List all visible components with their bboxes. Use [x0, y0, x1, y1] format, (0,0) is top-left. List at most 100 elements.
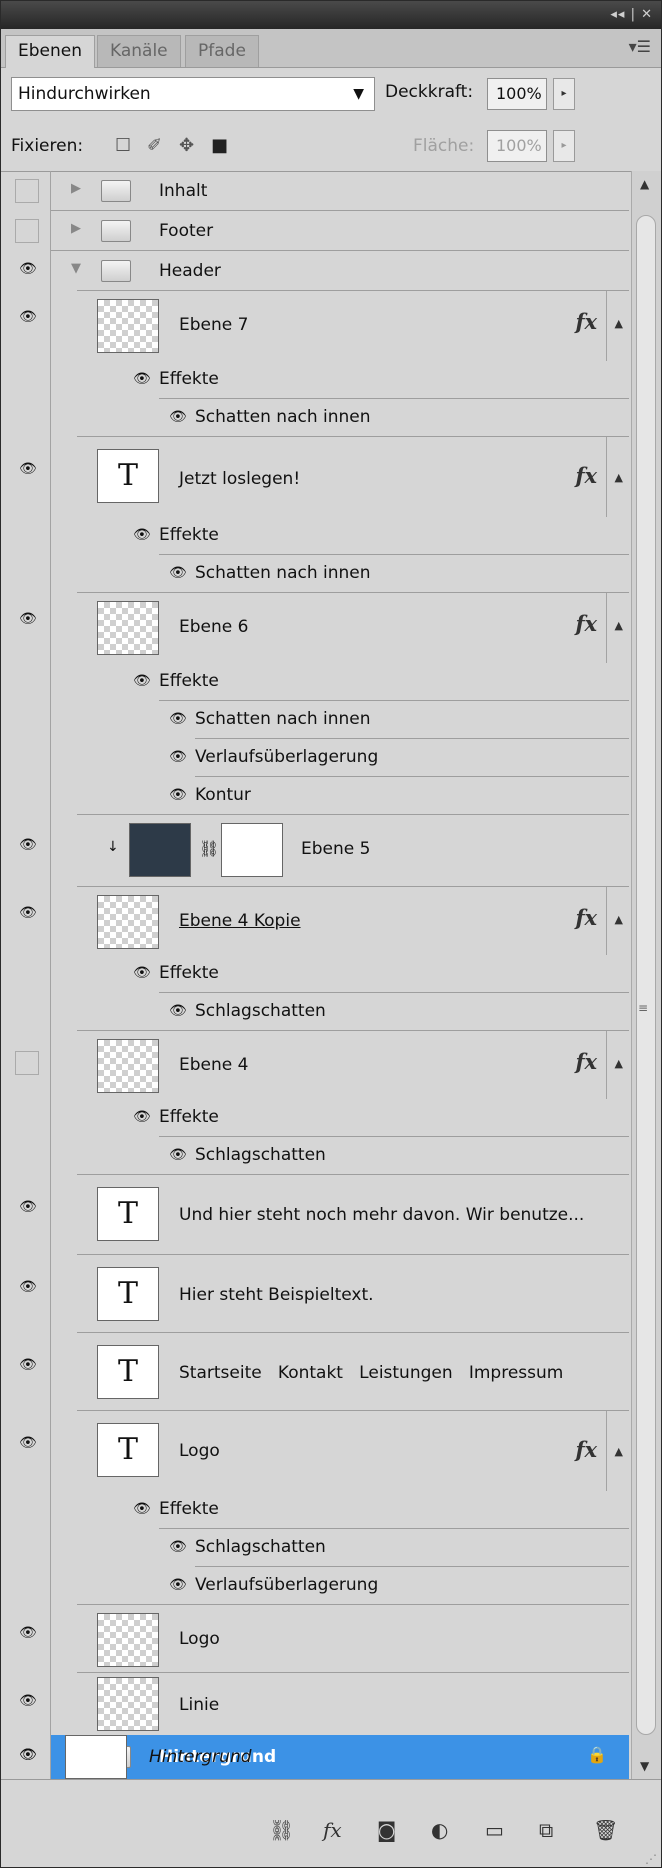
scroll-thumb[interactable] [636, 215, 656, 1735]
link-chain-icon[interactable]: ⛓ [199, 839, 219, 858]
eye-icon[interactable]: 👁 [169, 1577, 187, 1593]
layer-group-footer[interactable]: ▶ Footer [1, 211, 629, 251]
layer-linie[interactable]: 👁 Linie [1, 1673, 629, 1735]
eye-icon[interactable]: 👁 [19, 1279, 37, 1295]
layer-logo[interactable]: 👁 Logo [1, 1605, 629, 1673]
lock-transparency-icon[interactable]: ☐ [115, 135, 131, 156]
expand-arrow-icon[interactable]: ▶ [71, 221, 81, 236]
visibility-toggle[interactable]: 👁 [1, 1411, 51, 1491]
visibility-toggle[interactable]: 👁 [1, 593, 51, 663]
eye-icon[interactable]: 👁 [133, 1109, 151, 1125]
eye-icon[interactable]: 👁 [169, 1147, 187, 1163]
fx-expand-icon[interactable]: ▲ [615, 317, 623, 330]
resize-grip-icon[interactable]: ⋰ [645, 1852, 657, 1866]
layer-jetzt-loslegen[interactable]: 👁 T Jetzt loslegen! fx ▲ [1, 437, 629, 517]
effect-schlagschatten[interactable]: 👁 Schlagschatten [1, 1529, 629, 1567]
visibility-toggle[interactable]: 👁 [1, 1175, 51, 1255]
effects-row[interactable]: 👁 Effekte [1, 1099, 629, 1137]
eye-icon[interactable]: 👁 [19, 1693, 37, 1709]
effects-row[interactable]: 👁 Effekte [1, 361, 629, 399]
adjustment-layer-icon[interactable]: ◐ [431, 1818, 448, 1842]
visibility-toggle[interactable]: 👁 [1, 887, 51, 955]
eye-icon[interactable]: 👁 [169, 1003, 187, 1019]
effect-schatten-innen[interactable]: 👁 Schatten nach innen [1, 555, 629, 593]
layer-group-header[interactable]: 👁 ▼ Header [1, 251, 629, 291]
eye-icon[interactable]: 👁 [19, 309, 37, 325]
fill-field[interactable]: 100% [487, 130, 547, 162]
visibility-toggle[interactable]: 👁 [1, 815, 51, 887]
visibility-toggle[interactable] [1, 1031, 51, 1099]
eye-icon[interactable]: 👁 [19, 1199, 37, 1215]
layer-ebene-7[interactable]: 👁 Ebene 7 fx ▲ [1, 291, 629, 361]
visibility-toggle[interactable]: 👁 [1, 1333, 51, 1411]
effects-row[interactable]: 👁 Effekte [1, 955, 629, 993]
effect-verlauf[interactable]: 👁 Verlaufsüberlagerung [1, 1567, 629, 1605]
layer-ebene-4-kopie[interactable]: 👁 Ebene 4 Kopie fx ▲ [1, 887, 629, 955]
scroll-down-icon[interactable]: ▼ [640, 1759, 649, 1773]
eye-icon[interactable]: 👁 [133, 1501, 151, 1517]
effect-schatten-innen[interactable]: 👁 Schatten nach innen [1, 701, 629, 739]
effect-verlauf[interactable]: 👁 Verlaufsüberlagerung [1, 739, 629, 777]
add-style-icon[interactable]: fx [323, 1818, 342, 1842]
trash-icon[interactable]: 🗑 [593, 1818, 618, 1842]
layers-scrollbar[interactable]: ▲ ≡ ▼ [631, 171, 661, 1779]
eye-icon[interactable]: 👁 [169, 409, 187, 425]
layer-ebene-4[interactable]: Ebene 4 fx ▲ [1, 1031, 629, 1099]
fx-expand-icon[interactable]: ▲ [615, 1445, 623, 1458]
layer-und-hier-steht[interactable]: 👁 T Und hier steht noch mehr davon. Wir … [1, 1175, 629, 1255]
lock-move-icon[interactable]: ✥ [179, 135, 194, 156]
visibility-toggle[interactable]: 👁 [1, 1673, 51, 1735]
lock-brush-icon[interactable]: ✐ [147, 135, 162, 156]
eye-icon[interactable]: 👁 [19, 611, 37, 627]
visibility-toggle[interactable] [1, 211, 51, 251]
fx-expand-icon[interactable]: ▲ [615, 1057, 623, 1070]
eye-icon[interactable]: 👁 [133, 673, 151, 689]
tab-pfade[interactable]: Pfade [185, 35, 259, 67]
eye-icon[interactable]: 👁 [133, 965, 151, 981]
fx-expand-icon[interactable]: ▲ [615, 471, 623, 484]
scroll-up-icon[interactable]: ▲ [640, 177, 649, 191]
hidden-box-icon[interactable] [15, 1051, 39, 1075]
opacity-stepper-icon[interactable]: ▸ [553, 78, 575, 110]
eye-icon[interactable]: 👁 [169, 787, 187, 803]
effect-schlagschatten[interactable]: 👁 Schlagschatten [1, 993, 629, 1031]
visibility-toggle[interactable]: 👁 [1, 1605, 51, 1673]
effects-row[interactable]: 👁 Effekte [1, 1491, 629, 1529]
eye-icon[interactable]: 👁 [169, 1539, 187, 1555]
blend-mode-select[interactable]: Hindurchwirken ▼ [11, 77, 375, 111]
visibility-toggle[interactable]: 👁 [1, 251, 51, 291]
lock-all-icon[interactable]: ■ [211, 135, 228, 156]
visibility-toggle[interactable]: 👁 [1, 1255, 51, 1333]
eye-icon[interactable]: 👁 [169, 749, 187, 765]
layer-hintergrund[interactable]: 👁 Hintergrund 🔒 [1, 1735, 629, 1779]
effect-kontur[interactable]: 👁 Kontur [1, 777, 629, 815]
layer-navigation-text[interactable]: 👁 T Startseite Kontakt Leistungen Impres… [1, 1333, 629, 1411]
hidden-box-icon[interactable] [15, 219, 39, 243]
fx-expand-icon[interactable]: ▲ [615, 619, 623, 632]
effects-row[interactable]: 👁 Effekte [1, 663, 629, 701]
visibility-toggle[interactable]: 👁 [1, 1735, 51, 1779]
panel-menu-icon[interactable]: ▾☰ [629, 37, 651, 56]
effect-schlagschatten[interactable]: 👁 Schlagschatten [1, 1137, 629, 1175]
tab-kanaele[interactable]: Kanäle [97, 35, 181, 67]
tab-ebenen[interactable]: Ebenen [5, 35, 95, 68]
eye-icon[interactable]: 👁 [19, 1435, 37, 1451]
window-controls[interactable]: ◂◂ | ✕ [610, 7, 653, 22]
eye-icon[interactable]: 👁 [133, 527, 151, 543]
visibility-toggle[interactable]: 👁 [1, 291, 51, 361]
eye-icon[interactable]: 👁 [133, 371, 151, 387]
eye-icon[interactable]: 👁 [169, 711, 187, 727]
eye-icon[interactable]: 👁 [19, 1747, 37, 1763]
hidden-box-icon[interactable] [15, 179, 39, 203]
effects-row[interactable]: 👁 Effekte [1, 517, 629, 555]
layer-logo-text[interactable]: 👁 T Logo fx ▲ [1, 1411, 629, 1491]
eye-icon[interactable]: 👁 [19, 1625, 37, 1641]
fx-expand-icon[interactable]: ▲ [615, 913, 623, 926]
collapse-arrow-icon[interactable]: ▼ [71, 261, 81, 276]
layer-group-inhalt[interactable]: ▶ Inhalt [1, 171, 629, 211]
visibility-toggle[interactable]: 👁 [1, 437, 51, 517]
expand-arrow-icon[interactable]: ▶ [71, 181, 81, 196]
effect-schatten-innen[interactable]: 👁 Schatten nach innen [1, 399, 629, 437]
visibility-toggle[interactable] [1, 171, 51, 211]
eye-icon[interactable]: 👁 [19, 837, 37, 853]
